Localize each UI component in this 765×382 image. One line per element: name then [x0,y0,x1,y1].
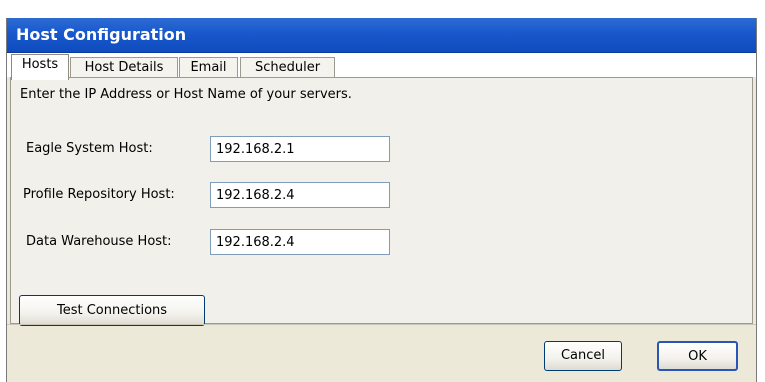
test-connections-button[interactable]: Test Connections [19,295,205,326]
tab-scheduler[interactable]: Scheduler [240,57,335,79]
tab-host-details[interactable]: Host Details [70,57,178,79]
profile-repository-host-input[interactable] [210,182,390,208]
host-configuration-dialog: Host Configuration Hosts Host Details Em… [6,18,757,382]
instructions-text: Enter the IP Address or Host Name of you… [20,87,352,102]
footer-divider [7,324,756,325]
eagle-system-host-label: Eagle System Host: [26,141,153,156]
tab-hosts[interactable]: Hosts [11,54,69,80]
hosts-panel: Enter the IP Address or Host Name of you… [10,77,753,326]
tab-strip: Hosts Host Details Email Scheduler [7,53,756,80]
tab-email[interactable]: Email [179,57,238,79]
cancel-button[interactable]: Cancel [544,341,622,371]
profile-repository-host-label: Profile Repository Host: [23,187,175,202]
title-bar[interactable]: Host Configuration [7,18,756,53]
window-title: Host Configuration [16,25,187,44]
data-warehouse-host-label: Data Warehouse Host: [26,234,172,249]
eagle-system-host-input[interactable] [210,136,390,162]
data-warehouse-host-input[interactable] [210,229,390,255]
ok-button[interactable]: OK [657,341,738,371]
